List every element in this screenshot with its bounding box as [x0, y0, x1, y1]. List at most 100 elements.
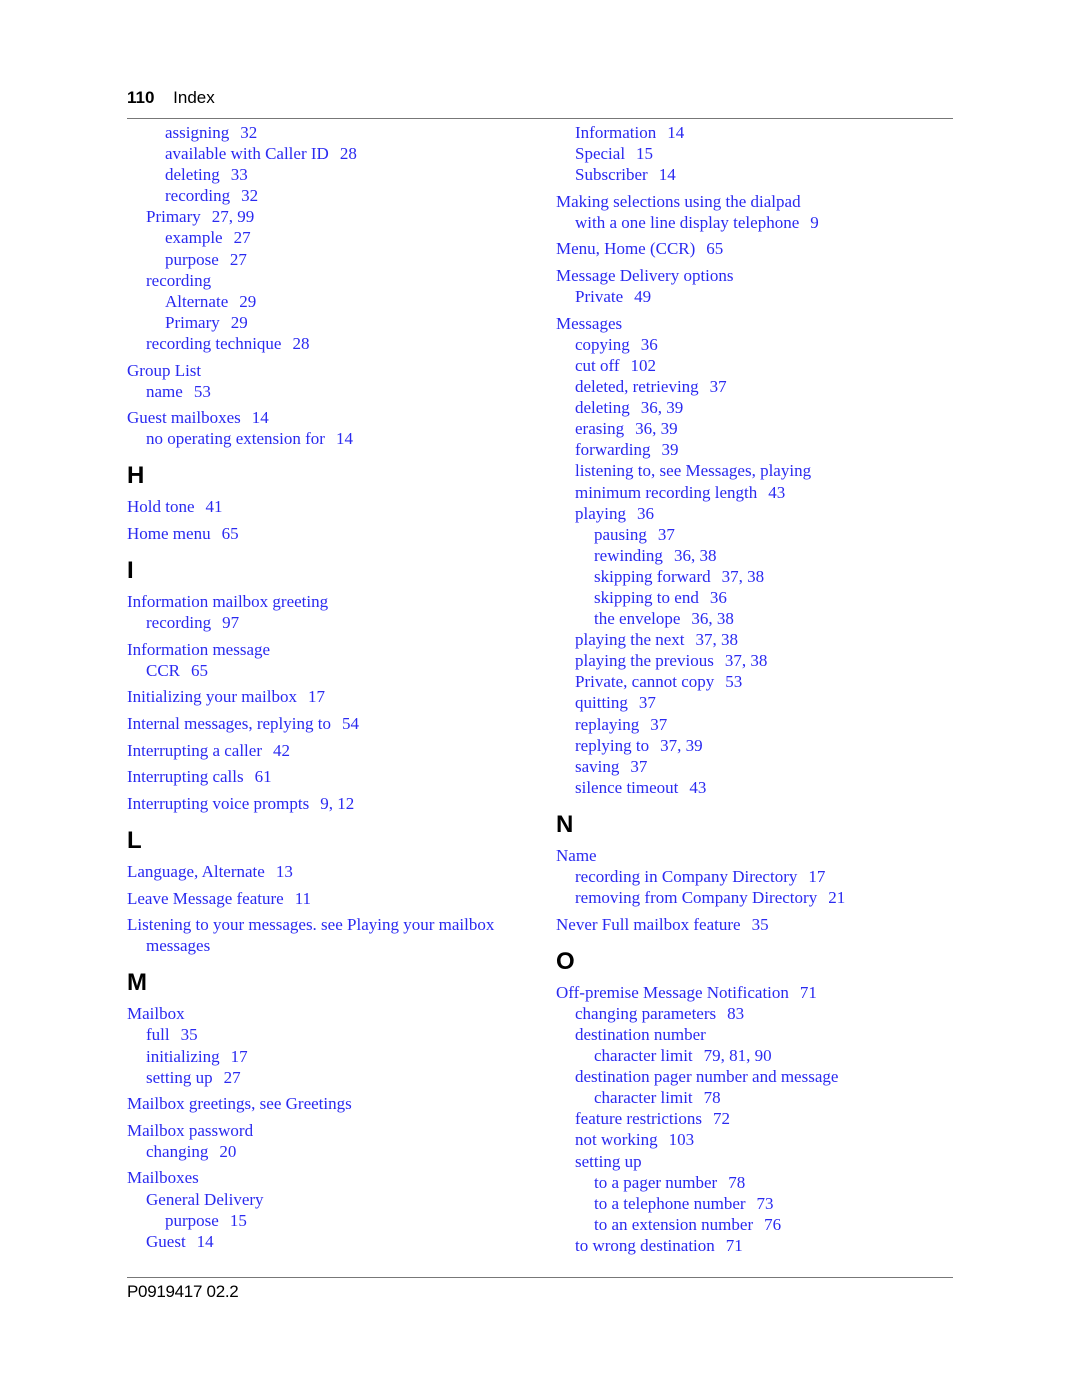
index-subentry[interactable]: full 35: [127, 1024, 537, 1045]
index-subentry[interactable]: recording in Company Directory 17: [556, 866, 956, 887]
page-reference[interactable]: 71: [800, 983, 817, 1002]
page-reference[interactable]: 53: [725, 672, 742, 691]
page-reference[interactable]: 61: [255, 767, 272, 786]
index-entry[interactable]: Listening to your messages. see Playing …: [127, 914, 537, 956]
page-reference[interactable]: 28: [340, 144, 357, 163]
index-subentry[interactable]: Information 14: [556, 122, 956, 143]
page-reference[interactable]: 15: [636, 144, 653, 163]
page-reference[interactable]: 35: [752, 915, 769, 934]
index-entry[interactable]: Home menu 65: [127, 523, 537, 544]
page-reference[interactable]: 37: [639, 693, 656, 712]
index-entry[interactable]: Off-premise Message Notification 71: [556, 982, 956, 1003]
index-subentry[interactable]: setting up 27: [127, 1067, 537, 1088]
page-reference[interactable]: 9, 12: [320, 794, 354, 813]
page-reference[interactable]: 32: [241, 186, 258, 205]
page-reference[interactable]: 14: [659, 165, 676, 184]
index-subentry[interactable]: initializing 17: [127, 1046, 537, 1067]
page-reference[interactable]: 29: [231, 313, 248, 332]
index-entry[interactable]: Interrupting calls 61: [127, 766, 537, 787]
index-subentry[interactable]: Private, cannot copy 53: [556, 671, 956, 692]
index-subentry[interactable]: recording technique 28: [127, 333, 537, 354]
index-subentry[interactable]: recording: [127, 270, 537, 291]
index-subentry[interactable]: character limit 79, 81, 90: [556, 1045, 956, 1066]
index-subentry[interactable]: available with Caller ID 28: [127, 143, 537, 164]
index-entry[interactable]: Mailbox greetings, see Greetings: [127, 1093, 537, 1114]
page-reference[interactable]: 71: [726, 1236, 743, 1255]
index-subentry[interactable]: skipping to end 36: [556, 587, 956, 608]
index-subentry[interactable]: deleting 33: [127, 164, 537, 185]
page-reference[interactable]: 17: [231, 1047, 248, 1066]
index-entry[interactable]: Mailboxes: [127, 1167, 537, 1188]
index-subentry[interactable]: rewinding 36, 38: [556, 545, 956, 566]
index-entry[interactable]: Language, Alternate 13: [127, 861, 537, 882]
index-subentry[interactable]: Private 49: [556, 286, 956, 307]
index-subentry[interactable]: cut off 102: [556, 355, 956, 376]
page-reference[interactable]: 54: [342, 714, 359, 733]
index-entry[interactable]: Leave Message feature 11: [127, 888, 537, 909]
page-reference[interactable]: 17: [808, 867, 825, 886]
index-subentry[interactable]: with a one line display telephone 9: [556, 212, 956, 233]
index-subentry[interactable]: forwarding 39: [556, 439, 956, 460]
page-reference[interactable]: 37: [658, 525, 675, 544]
page-reference[interactable]: 43: [689, 778, 706, 797]
index-subentry[interactable]: General Delivery: [127, 1189, 537, 1210]
index-subentry[interactable]: deleting 36, 39: [556, 397, 956, 418]
page-reference[interactable]: 72: [713, 1109, 730, 1128]
index-subentry[interactable]: to wrong destination 71: [556, 1235, 956, 1256]
page-reference[interactable]: 37: [630, 757, 647, 776]
index-subentry[interactable]: not working 103: [556, 1129, 956, 1150]
index-entry[interactable]: Mailbox: [127, 1003, 537, 1024]
page-reference[interactable]: 14: [252, 408, 269, 427]
page-reference[interactable]: 14: [336, 429, 353, 448]
index-entry[interactable]: Hold tone 41: [127, 496, 537, 517]
index-subentry[interactable]: Alternate 29: [127, 291, 537, 312]
index-subentry[interactable]: skipping forward 37, 38: [556, 566, 956, 587]
page-reference[interactable]: 65: [191, 661, 208, 680]
page-reference[interactable]: 37, 38: [725, 651, 768, 670]
index-subentry[interactable]: character limit 78: [556, 1087, 956, 1108]
index-subentry[interactable]: listening to, see Messages, playing: [556, 460, 956, 481]
index-subentry[interactable]: destination number: [556, 1024, 956, 1045]
index-subentry[interactable]: recording 32: [127, 185, 537, 206]
index-entry[interactable]: Initializing your mailbox 17: [127, 686, 537, 707]
page-reference[interactable]: 33: [231, 165, 248, 184]
page-reference[interactable]: 39: [662, 440, 679, 459]
index-subentry[interactable]: Special 15: [556, 143, 956, 164]
page-reference[interactable]: 37: [710, 377, 727, 396]
page-reference[interactable]: 28: [292, 334, 309, 353]
page-reference[interactable]: 9: [810, 213, 819, 232]
index-entry[interactable]: Information message: [127, 639, 537, 660]
page-reference[interactable]: 76: [764, 1215, 781, 1234]
index-entry[interactable]: Internal messages, replying to 54: [127, 713, 537, 734]
index-subentry[interactable]: erasing 36, 39: [556, 418, 956, 439]
index-subentry[interactable]: playing 36: [556, 503, 956, 524]
index-subentry[interactable]: quitting 37: [556, 692, 956, 713]
page-reference[interactable]: 27: [230, 250, 247, 269]
index-subentry[interactable]: silence timeout 43: [556, 777, 956, 798]
page-reference[interactable]: 37: [650, 715, 667, 734]
index-entry[interactable]: Never Full mailbox feature 35: [556, 914, 956, 935]
page-reference[interactable]: 36, 39: [635, 419, 678, 438]
page-reference[interactable]: 17: [308, 687, 325, 706]
page-reference[interactable]: 53: [194, 382, 211, 401]
page-reference[interactable]: 37, 39: [660, 736, 703, 755]
page-reference[interactable]: 21: [828, 888, 845, 907]
index-subentry[interactable]: no operating extension for 14: [127, 428, 537, 449]
page-reference[interactable]: 36, 38: [674, 546, 717, 565]
index-subentry[interactable]: copying 36: [556, 334, 956, 355]
index-subentry[interactable]: example 27: [127, 227, 537, 248]
index-subentry[interactable]: CCR 65: [127, 660, 537, 681]
page-reference[interactable]: 14: [197, 1232, 214, 1251]
page-reference[interactable]: 14: [667, 123, 684, 142]
index-subentry[interactable]: Primary 29: [127, 312, 537, 333]
index-entry[interactable]: Mailbox password: [127, 1120, 537, 1141]
index-subentry[interactable]: changing 20: [127, 1141, 537, 1162]
index-subentry[interactable]: recording 97: [127, 612, 537, 633]
index-entry[interactable]: Group List: [127, 360, 537, 381]
page-reference[interactable]: 29: [239, 292, 256, 311]
page-reference[interactable]: 79, 81, 90: [704, 1046, 772, 1065]
page-reference[interactable]: 15: [230, 1211, 247, 1230]
index-subentry[interactable]: deleted, retrieving 37: [556, 376, 956, 397]
page-reference[interactable]: 43: [768, 483, 785, 502]
index-subentry[interactable]: minimum recording length 43: [556, 482, 956, 503]
